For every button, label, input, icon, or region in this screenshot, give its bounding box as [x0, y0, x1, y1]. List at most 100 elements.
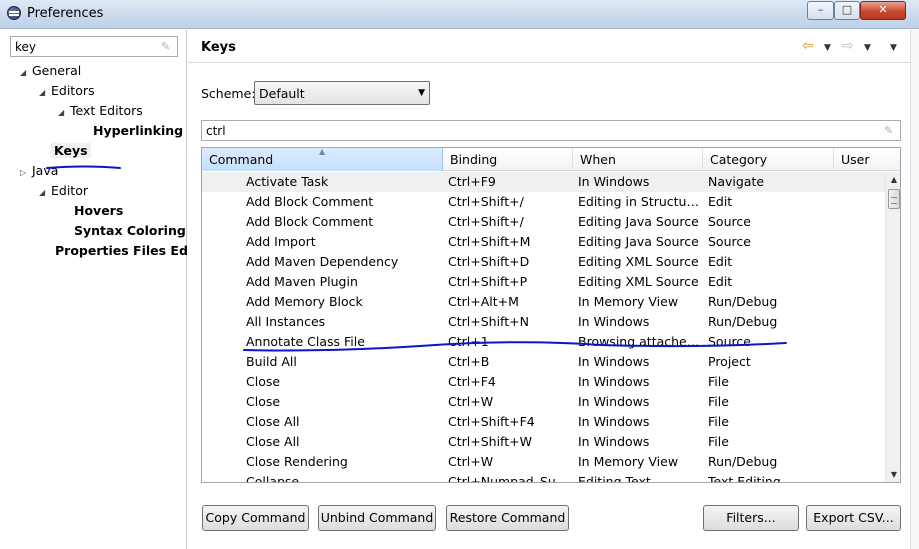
command-filter-input[interactable] — [204, 122, 854, 139]
filters-button[interactable]: Filters... — [703, 505, 799, 531]
cell-category: Edit — [708, 194, 733, 209]
cell-category: Project — [708, 354, 751, 369]
cell-command: Add Maven Dependency — [246, 254, 399, 269]
cell-command: Close — [246, 394, 281, 409]
table-row[interactable]: Add Maven Plugin Ctrl+Shift+P Editing XML … — [202, 272, 885, 292]
scroll-up-icon[interactable]: ▲ — [886, 172, 900, 188]
table-row[interactable]: Annotate Class File Ctrl+1 Browsing attach… — [202, 332, 885, 352]
table-vertical-scrollbar[interactable]: ▲ ▼ — [885, 172, 900, 482]
table-row[interactable]: Build All Ctrl+B In Windows Project — [202, 352, 885, 372]
tree-node-keys[interactable]: Keys — [39, 142, 91, 160]
cell-when: In Windows — [578, 374, 650, 389]
expand-arrow-icon[interactable]: ◢ — [39, 84, 51, 102]
table-header: Command ▲ Binding When Category User — [202, 148, 900, 171]
export-csv-button[interactable]: Export CSV... — [806, 505, 901, 531]
table-row[interactable]: Activate Task Ctrl+F9 In Windows Navigate — [202, 172, 885, 192]
tree-node-hyperlinking[interactable]: Hyperlinking — [81, 122, 183, 140]
view-menu-icon[interactable]: ▼ — [890, 41, 897, 55]
cell-binding: Ctrl+Shift+/ — [448, 214, 524, 229]
column-header-binding[interactable]: Binding — [443, 148, 573, 171]
maximize-button[interactable]: □ — [834, 1, 860, 20]
expand-arrow-icon[interactable]: ◢ — [20, 64, 32, 82]
keys-preference-page: Keys ⇦ ▼ ⇨ ▼ ▼ Scheme: Default ▼ ✎ Comma… — [188, 30, 919, 549]
tree-node-text-editors[interactable]: ◢ Text Editors — [58, 102, 143, 120]
cell-binding: Ctrl+W — [448, 454, 494, 469]
clear-filter-icon[interactable]: ✎ — [161, 40, 173, 53]
tree-filter-box[interactable]: ✎ — [10, 36, 178, 57]
cell-binding: Ctrl+F4 — [448, 374, 496, 389]
cell-binding: Ctrl+Shift+D — [448, 254, 530, 269]
sort-ascending-icon: ▲ — [319, 147, 326, 156]
cell-category: Navigate — [708, 174, 765, 189]
tree-node-syntax-coloring[interactable]: Syntax Coloring — [62, 222, 186, 240]
cell-command: All Instances — [246, 314, 326, 329]
scheme-select[interactable]: Default ▼ — [254, 81, 430, 105]
cell-command: Annotate Class File — [246, 334, 365, 349]
back-history-dropdown-icon[interactable]: ▼ — [824, 41, 831, 55]
cell-when: In Windows — [578, 314, 650, 329]
table-row[interactable]: Close Ctrl+F4 In Windows File — [202, 372, 885, 392]
minimize-button[interactable]: – — [807, 1, 834, 20]
tree-node-editor[interactable]: ◢ Editor — [39, 182, 88, 200]
window-titlebar: Preferences – □ ✕ — [0, 0, 919, 29]
forward-history-dropdown-icon[interactable]: ▼ — [864, 41, 871, 55]
page-title: Keys — [201, 40, 236, 55]
table-row[interactable]: Add Memory Block Ctrl+Alt+M In Memory View… — [202, 292, 885, 312]
expand-arrow-icon[interactable]: ◢ — [58, 104, 70, 122]
forward-arrow-icon[interactable]: ⇨ — [842, 39, 854, 53]
column-header-when[interactable]: When — [573, 148, 703, 171]
tree-node-hovers[interactable]: Hovers — [62, 202, 123, 220]
scroll-thumb[interactable] — [888, 189, 900, 209]
cell-category: Text Editing — [708, 474, 781, 483]
column-header-category[interactable]: Category — [703, 148, 834, 171]
tree-filter-input[interactable] — [13, 38, 153, 55]
unbind-command-button[interactable]: Unbind Command — [318, 505, 436, 531]
back-arrow-icon[interactable]: ⇦ — [802, 39, 814, 53]
table-row[interactable]: Close Rendering Ctrl+W In Memory View Run/D… — [202, 452, 885, 472]
cell-when: In Windows — [578, 354, 650, 369]
cell-category: Source — [708, 214, 751, 229]
column-header-user[interactable]: User — [834, 148, 900, 171]
tree-node-general[interactable]: ◢ General — [20, 62, 81, 80]
cell-command: Close All — [246, 434, 300, 449]
preference-tree-pane: ✎ ◢General ◢Editors ◢Text Editors Hyperl… — [0, 30, 198, 549]
tree-node-editors[interactable]: ◢ Editors — [39, 82, 95, 100]
eclipse-icon — [7, 6, 21, 20]
cell-category: Run/Debug — [708, 294, 778, 309]
table-row[interactable]: Add Maven Dependency Ctrl+Shift+D Editing … — [202, 252, 885, 272]
cell-binding: Ctrl+Shift+M — [448, 234, 531, 249]
tree-node-properties-files-edit[interactable]: Properties Files Edit — [43, 242, 198, 260]
table-row[interactable]: Add Block Comment Ctrl+Shift+/ Editing in … — [202, 192, 885, 212]
cell-when: In Windows — [578, 434, 650, 449]
column-header-command[interactable]: Command ▲ — [202, 148, 443, 171]
cell-binding: Ctrl+1 — [448, 334, 489, 349]
cell-when: Editing Java Source — [578, 214, 699, 229]
cell-category: Edit — [708, 274, 733, 289]
cell-when: Browsing attached ... — [578, 334, 702, 349]
pane-scrollbar-edge — [910, 30, 919, 549]
cell-command: Add Block Comment — [246, 214, 374, 229]
cell-binding: Ctrl+Shift+N — [448, 314, 529, 329]
command-filter-box[interactable]: ✎ — [201, 120, 901, 141]
table-row[interactable]: Collapse Ctrl+Numpad_Subt... Editing Text T… — [202, 472, 885, 483]
table-row[interactable]: Close Ctrl+W In Windows File — [202, 392, 885, 412]
cell-category: File — [708, 394, 729, 409]
table-row[interactable]: Add Import Ctrl+Shift+M Editing Java Sourc… — [202, 232, 885, 252]
cell-category: Source — [708, 234, 751, 249]
table-row[interactable]: Close All Ctrl+Shift+F4 In Windows File — [202, 412, 885, 432]
cell-when: Editing XML Source — [578, 274, 699, 289]
scroll-down-icon[interactable]: ▼ — [886, 467, 900, 482]
copy-command-button[interactable]: Copy Command — [202, 505, 309, 531]
cell-binding: Ctrl+W — [448, 394, 494, 409]
expand-arrow-icon[interactable]: ◢ — [39, 184, 51, 202]
table-row[interactable]: Add Block Comment Ctrl+Shift+/ Editing Jav… — [202, 212, 885, 232]
cell-command: Close All — [246, 414, 300, 429]
tree-node-java[interactable]: ▷ Java — [20, 162, 58, 180]
close-button[interactable]: ✕ — [860, 1, 906, 20]
table-row[interactable]: Close All Ctrl+Shift+W In Windows File — [202, 432, 885, 452]
clear-filter-icon[interactable]: ✎ — [884, 124, 896, 137]
restore-command-button[interactable]: Restore Command — [446, 505, 569, 531]
expand-arrow-icon[interactable]: ▷ — [20, 164, 32, 182]
cell-command: Add Maven Plugin — [246, 274, 358, 289]
table-row[interactable]: All Instances Ctrl+Shift+N In Windows Run/D… — [202, 312, 885, 332]
